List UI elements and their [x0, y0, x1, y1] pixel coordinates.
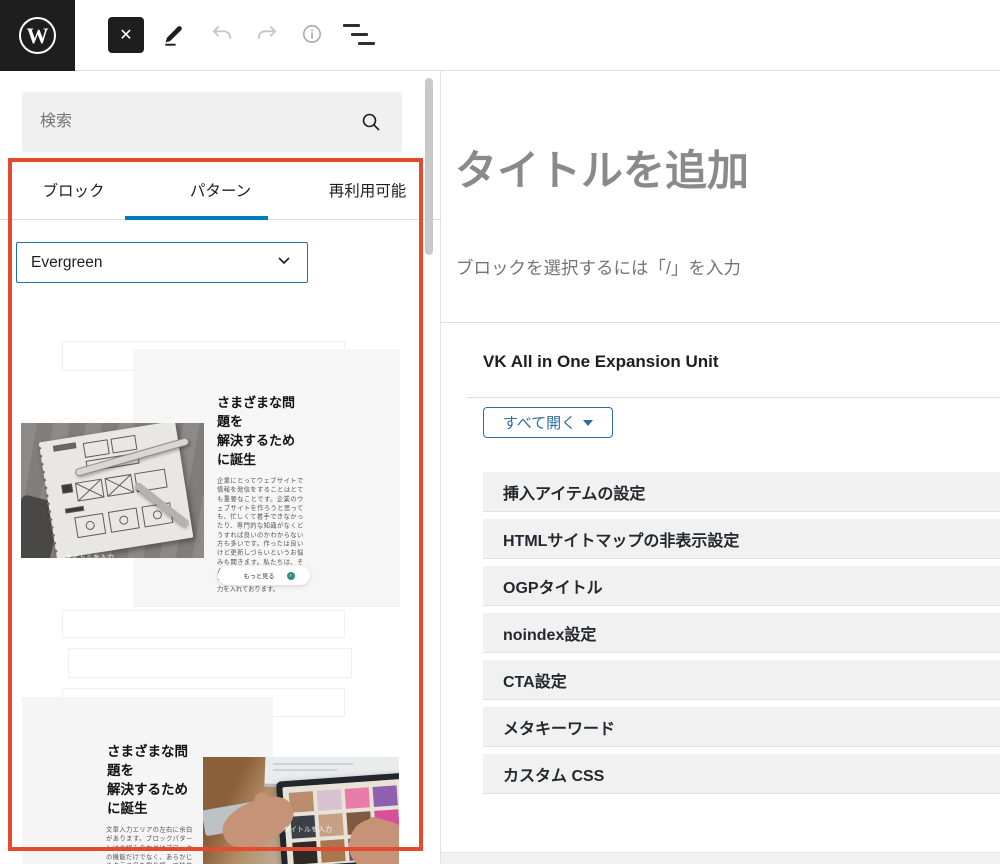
accordion-custom-css[interactable]: カスタム CSS	[483, 754, 1000, 794]
block-inserter-panel: ブロック パターン 再利用可能 Evergreen	[0, 71, 441, 864]
tab-patterns[interactable]: パターン	[147, 160, 294, 219]
metabox-title-divider	[466, 397, 1000, 398]
search-box	[22, 92, 402, 152]
active-tab-indicator	[125, 216, 268, 220]
edit-tool-button[interactable]	[160, 20, 188, 48]
accordion-ogp-title[interactable]: OGPタイトル	[483, 566, 1000, 606]
close-icon: ✕	[119, 25, 132, 45]
pattern-preview-image: タイトルを入力	[21, 423, 204, 558]
open-all-label: すべて開く	[503, 412, 576, 433]
pattern-category-select[interactable]: Evergreen	[16, 242, 308, 283]
list-view-button[interactable]	[343, 20, 371, 48]
arrow-circle-icon: ›	[287, 572, 295, 580]
post-title-input[interactable]: タイトルを追加	[455, 145, 749, 197]
wordpress-block-editor: W ✕	[0, 0, 1000, 864]
wordpress-logo[interactable]: W	[0, 0, 75, 71]
redo-icon	[254, 21, 280, 47]
accordion-html-sitemap-hide-settings[interactable]: HTMLサイトマップの非表示設定	[483, 519, 1000, 559]
chevron-down-icon	[275, 251, 293, 274]
pattern-preview-heading: さまざまな問題を 解決するために誕生	[107, 742, 191, 818]
pattern-preview-block	[62, 610, 345, 638]
pattern-image-overlay-text: タイトルを入力	[283, 823, 332, 834]
block-inserter-toggle-button[interactable]: ✕	[108, 17, 144, 53]
pattern-preview-heading: さまざまな問題を 解決するために誕生	[217, 393, 301, 469]
pattern-preview-paragraph: 文章入力エリアの左右に余白があります。ブロックパターンはの組み合わせはブロックの…	[106, 826, 192, 864]
metabox-title: VK All in One Expansion Unit	[483, 352, 719, 372]
metabox-divider	[441, 322, 1000, 323]
sidebar-scrollbar-thumb[interactable]	[425, 78, 433, 255]
open-all-button[interactable]: すべて開く	[483, 407, 613, 438]
default-block-appender[interactable]: ブロックを選択するには「/」を入力	[456, 255, 741, 280]
edit-pencil-icon	[161, 21, 187, 47]
accordion-cta-settings[interactable]: CTA設定	[483, 660, 1000, 700]
accordion-meta-keywords[interactable]: メタキーワード	[483, 707, 1000, 747]
info-icon	[300, 22, 324, 46]
redo-button[interactable]	[253, 20, 281, 48]
search-icon	[360, 111, 382, 138]
undo-icon	[209, 21, 235, 47]
list-view-icon	[343, 23, 371, 45]
caret-down-icon	[583, 420, 593, 426]
pattern-category-value: Evergreen	[31, 254, 103, 272]
pattern-preview-image: タイトルを入力	[203, 757, 399, 864]
editor-canvas: タイトルを追加 ブロックを選択するには「/」を入力 VK All in One …	[441, 71, 1000, 864]
pattern-image-overlay-text: タイトルを入力	[65, 551, 114, 558]
search-input[interactable]	[40, 92, 360, 152]
editor-toolbar: W ✕	[0, 0, 1000, 71]
canvas-bottom-edge	[441, 852, 1000, 864]
pattern-preview-more-button: もっと見る ›	[218, 566, 310, 585]
inserter-tabs: ブロック パターン 再利用可能	[0, 160, 441, 220]
details-button[interactable]	[298, 20, 326, 48]
pattern-preview-block	[68, 648, 352, 678]
accordion-insert-item-settings[interactable]: 挿入アイテムの設定	[483, 472, 1000, 512]
undo-button[interactable]	[208, 20, 236, 48]
more-button-label: もっと見る	[243, 571, 274, 580]
wordpress-w-icon: W	[19, 17, 56, 54]
tab-blocks[interactable]: ブロック	[0, 160, 147, 219]
accordion-noindex-settings[interactable]: noindex設定	[483, 613, 1000, 653]
tab-reusable[interactable]: 再利用可能	[294, 160, 441, 219]
